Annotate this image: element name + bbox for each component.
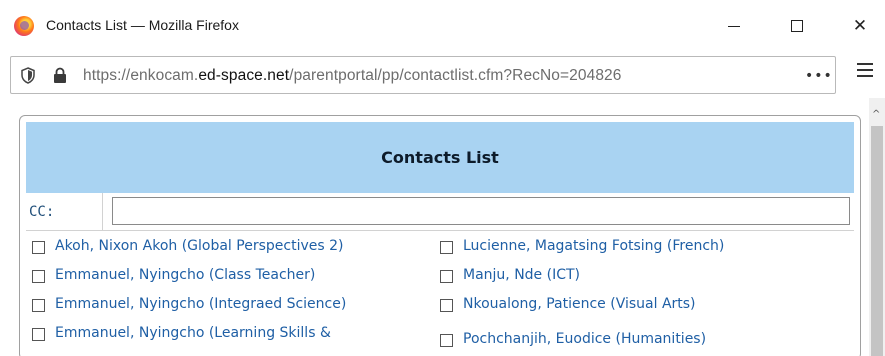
cc-input[interactable] [112, 197, 850, 225]
url-path: /parentportal/pp/contactlist.cfm?RecNo=2… [289, 67, 622, 84]
lock-icon[interactable] [53, 67, 67, 84]
contact-label[interactable]: Akoh, Nixon Akoh (Global Perspectives 2) [55, 238, 343, 254]
shield-icon[interactable] [21, 67, 35, 84]
url-prefix: https://enkocam. [83, 67, 199, 84]
close-button[interactable]: ✕ [840, 8, 880, 44]
contact-checkbox[interactable] [32, 270, 45, 283]
vertical-scrollbar[interactable]: ^ [869, 98, 885, 356]
minimize-icon [728, 25, 740, 27]
contact-label[interactable]: Manju, Nde (ICT) [463, 267, 580, 283]
cc-label: CC: [29, 204, 55, 220]
page-actions-more-icon[interactable]: ••• [805, 68, 833, 84]
contact-label[interactable]: Emmanuel, Nyingcho (Integraed Science) [55, 296, 346, 312]
contact-label[interactable]: Emmanuel, Nyingcho (Learning Skills & [55, 325, 331, 341]
cc-row: CC: [26, 193, 854, 231]
contacts-header: Contacts List [26, 122, 854, 193]
page-title: Contacts List [381, 148, 499, 167]
contact-checkbox[interactable] [440, 299, 453, 312]
contact-label[interactable]: Lucienne, Magatsing Fotsing (French) [463, 238, 724, 254]
cc-divider [102, 193, 103, 231]
url-text[interactable]: https://enkocam.ed-space.net/parentporta… [83, 67, 622, 85]
contacts-list: Akoh, Nixon Akoh (Global Perspectives 2)… [26, 233, 854, 356]
contact-label[interactable]: Nkoualong, Patience (Visual Arts) [463, 296, 696, 312]
maximize-button[interactable] [777, 8, 817, 44]
close-icon: ✕ [852, 15, 868, 36]
url-domain: ed-space.net [198, 67, 290, 84]
window-titlebar: Contacts List — Mozilla Firefox ✕ [0, 0, 885, 52]
firefox-logo-icon [14, 16, 34, 36]
scrollbar-thumb[interactable] [871, 126, 883, 356]
contact-checkbox[interactable] [440, 334, 453, 347]
contact-checkbox[interactable] [440, 241, 453, 254]
contact-label[interactable]: Emmanuel, Nyingcho (Class Teacher) [55, 267, 315, 283]
contacts-panel: Contacts List CC: Akoh, Nixon Akoh (Glob… [19, 115, 861, 356]
contact-checkbox[interactable] [32, 241, 45, 254]
hamburger-menu-icon[interactable] [857, 63, 873, 77]
contact-label[interactable]: Pochchanjih, Euodice (Humanities) [463, 331, 706, 347]
scroll-up-arrow-icon[interactable]: ^ [872, 110, 880, 120]
contact-checkbox[interactable] [440, 270, 453, 283]
contact-checkbox[interactable] [32, 299, 45, 312]
window-title: Contacts List — Mozilla Firefox [46, 17, 239, 33]
minimize-button[interactable] [714, 8, 754, 44]
page-content: Contacts List CC: Akoh, Nixon Akoh (Glob… [0, 98, 885, 356]
contact-checkbox[interactable] [32, 328, 45, 341]
maximize-icon [791, 20, 803, 32]
url-bar[interactable]: https://enkocam.ed-space.net/parentporta… [10, 56, 836, 94]
navigation-toolbar: https://enkocam.ed-space.net/parentporta… [0, 52, 885, 98]
